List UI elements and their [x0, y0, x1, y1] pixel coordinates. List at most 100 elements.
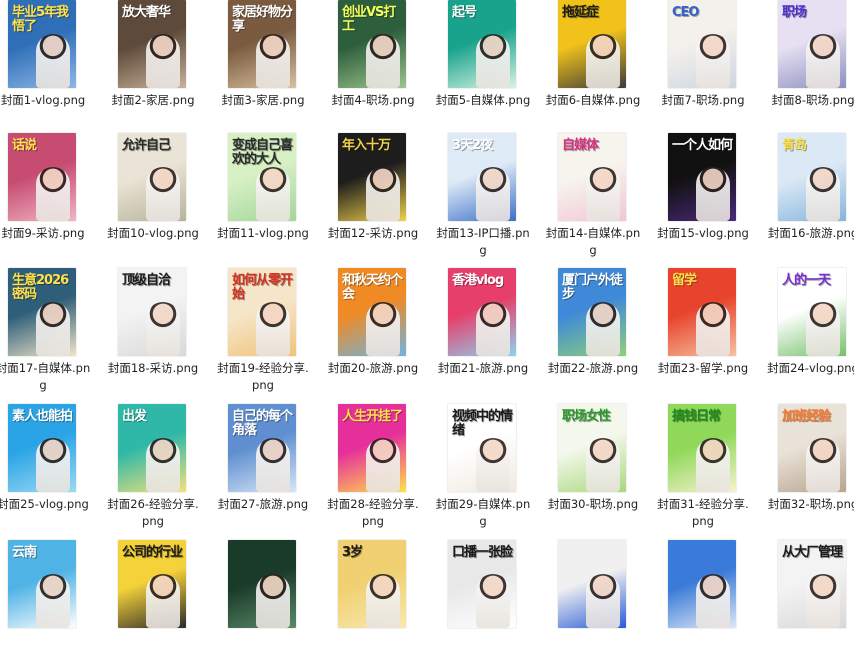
file-thumbnail[interactable]: 家居好物分享	[228, 0, 296, 88]
file-thumbnail[interactable]: 起号	[448, 0, 516, 88]
thumbnail-headline: 毕业5年我悟了	[12, 5, 69, 34]
file-thumbnail[interactable]: 一个人如何	[668, 133, 736, 221]
file-item[interactable]: 起号 封面5-自媒体.png	[436, 0, 550, 132]
file-item[interactable]: 人的一天 封面24-vlog.png	[767, 268, 854, 400]
file-item[interactable]: CEO 封面7-职场.png	[660, 0, 770, 132]
file-thumbnail[interactable]: 职场	[778, 0, 846, 88]
file-item[interactable]: 年入十万封面12-采访.png	[328, 133, 440, 265]
file-thumbnail[interactable]: 如何从零开始	[228, 268, 296, 356]
file-item[interactable]: 厦门户外徒步 封面22-旅游.png	[548, 268, 660, 400]
thumbnail-portrait-icon	[586, 167, 620, 221]
file-item[interactable]: 毕业5年我悟了封面1-vlog.png	[0, 0, 110, 132]
file-item[interactable]	[550, 540, 660, 672]
file-item[interactable]: 自己的每个角落 封面27-旅游.png	[218, 404, 330, 536]
file-name: 封面1-vlog.png	[0, 93, 86, 107]
file-item[interactable]: 允许自己封面10-vlog.png	[107, 133, 220, 265]
file-thumbnail[interactable]: 生意2026密码	[8, 268, 76, 356]
file-thumbnail[interactable]: 创业VS打工	[338, 0, 406, 88]
file-name: 封面10-vlog.png	[107, 226, 199, 240]
file-item[interactable]: 话说 封面9-采访.png	[0, 133, 110, 265]
file-thumbnail[interactable]	[228, 540, 296, 628]
file-name: 封面12-采访.png	[327, 226, 419, 240]
file-item[interactable]: 人生开挂了 封面28-经验分享.png	[327, 404, 440, 536]
file-thumbnail[interactable]: 青岛	[778, 133, 846, 221]
file-name: 封面14-自媒体.png	[545, 226, 641, 257]
file-item[interactable]	[660, 540, 770, 672]
file-thumbnail[interactable]: 香港vlog	[448, 268, 516, 356]
file-item[interactable]: 变成自己喜欢的大人封面11-vlog.png	[217, 133, 330, 265]
file-item[interactable]: 顶级自洽 封面18-采访.png	[108, 268, 220, 400]
file-thumbnail[interactable]: 搞钱日常	[668, 404, 736, 492]
file-thumbnail[interactable]: 毕业5年我悟了	[8, 0, 76, 88]
thumbnail-headline: 允许自己	[122, 138, 171, 153]
thumbnail-portrait-icon	[476, 34, 510, 88]
file-item[interactable]: 生意2026密码 封面17-自媒体.png	[0, 268, 110, 400]
file-thumbnail[interactable]: 职场女性	[558, 404, 626, 492]
file-thumbnail[interactable]: 人生开挂了	[338, 404, 406, 492]
file-item[interactable]: 口播一张脸	[440, 540, 550, 672]
file-item[interactable]: 公司的行业	[110, 540, 220, 672]
file-thumbnail[interactable]	[668, 540, 736, 628]
file-name: 封面19-经验分享.png	[217, 361, 309, 392]
file-thumbnail[interactable]: 年入十万	[338, 133, 406, 221]
file-item[interactable]: 3岁	[330, 540, 440, 672]
file-item[interactable]: 加班经验 封面32-职场.png	[768, 404, 854, 536]
file-item[interactable]: 视频中的情绪 封面29-自媒体.png	[436, 404, 550, 536]
file-thumbnail[interactable]: 顶级自洽	[118, 268, 186, 356]
file-name: 封面21-旅游.png	[437, 361, 529, 375]
file-thumbnail[interactable]: 放大奢华	[118, 0, 186, 88]
file-thumbnail[interactable]	[558, 540, 626, 628]
thumbnail-portrait-icon	[366, 574, 400, 628]
file-item[interactable]: 和秋天约个会 封面20-旅游.png	[328, 268, 440, 400]
file-thumbnail[interactable]: 出发	[118, 404, 186, 492]
file-item[interactable]: 一个人如何 封面15-vlog.png	[657, 133, 770, 265]
thumbnail-portrait-icon	[696, 34, 730, 88]
thumbnail-portrait-icon	[476, 302, 510, 356]
file-item[interactable]: 创业VS打工 封面4-职场.png	[330, 0, 440, 132]
file-thumbnail[interactable]: 素人也能拍	[8, 404, 76, 492]
file-thumbnail[interactable]: 话说	[8, 133, 76, 221]
file-item[interactable]: 搞钱日常 封面31-经验分享.png	[657, 404, 770, 536]
file-thumbnail[interactable]: 公司的行业	[118, 540, 186, 628]
file-item[interactable]: 家居好物分享 封面3-家居.png	[220, 0, 330, 132]
file-thumbnail[interactable]: 口播一张脸	[448, 540, 516, 628]
file-name: 封面11-vlog.png	[217, 226, 309, 240]
file-item[interactable]: 素人也能拍封面25-vlog.png	[0, 404, 110, 536]
file-thumbnail[interactable]: 3岁	[338, 540, 406, 628]
file-thumbnail[interactable]: 加班经验	[778, 404, 846, 492]
file-thumbnail[interactable]: 拖延症	[558, 0, 626, 88]
file-thumbnail[interactable]: 留学	[668, 268, 736, 356]
file-thumbnail[interactable]: 厦门户外徒步	[558, 268, 626, 356]
thumbnail-headline: 变成自己喜欢的大人	[232, 138, 293, 167]
file-thumbnail[interactable]: 允许自己	[118, 133, 186, 221]
file-thumbnail[interactable]: 自己的每个角落	[228, 404, 296, 492]
file-item[interactable]: 3天2夜 封面13-IP口播.png	[436, 133, 550, 265]
file-item[interactable]: 自媒体封面14-自媒体.png	[546, 133, 660, 265]
file-item[interactable]: 如何从零开始封面19-经验分享.png	[217, 268, 330, 400]
file-item[interactable]: 留学 封面23-留学.png	[658, 268, 770, 400]
thumbnail-headline: 留学	[672, 273, 697, 288]
thumbnail-portrait-icon	[586, 438, 620, 492]
file-thumbnail[interactable]: 变成自己喜欢的大人	[228, 133, 296, 221]
thumbnail-portrait-icon	[366, 302, 400, 356]
file-item[interactable]: 职场女性 封面30-职场.png	[548, 404, 660, 536]
file-thumbnail[interactable]: 视频中的情绪	[448, 404, 516, 492]
file-item[interactable]: 放大奢华 封面2-家居.png	[110, 0, 220, 132]
file-name: 封面25-vlog.png	[0, 497, 89, 511]
file-item[interactable]: 职场 封面8-职场.png	[770, 0, 854, 132]
file-item[interactable]: 香港vlog 封面21-旅游.png	[438, 268, 550, 400]
file-item[interactable]: 云南	[0, 540, 110, 672]
file-thumbnail[interactable]: 3天2夜	[448, 133, 516, 221]
file-thumbnail[interactable]: 和秋天约个会	[338, 268, 406, 356]
file-thumbnail[interactable]: CEO	[668, 0, 736, 88]
file-item[interactable]: 从大厂管理	[770, 540, 854, 672]
file-item[interactable]: 出发 封面26-经验分享.png	[107, 404, 220, 536]
thumbnail-headline: 话说	[12, 138, 37, 153]
file-thumbnail[interactable]: 从大厂管理	[778, 540, 846, 628]
file-item[interactable]: 拖延症 封面6-自媒体.png	[546, 0, 660, 132]
file-thumbnail[interactable]: 自媒体	[558, 133, 626, 221]
file-item[interactable]	[220, 540, 330, 672]
file-thumbnail[interactable]: 人的一天	[778, 268, 846, 356]
file-thumbnail[interactable]: 云南	[8, 540, 76, 628]
file-item[interactable]: 青岛 封面16-旅游.png	[768, 133, 854, 265]
